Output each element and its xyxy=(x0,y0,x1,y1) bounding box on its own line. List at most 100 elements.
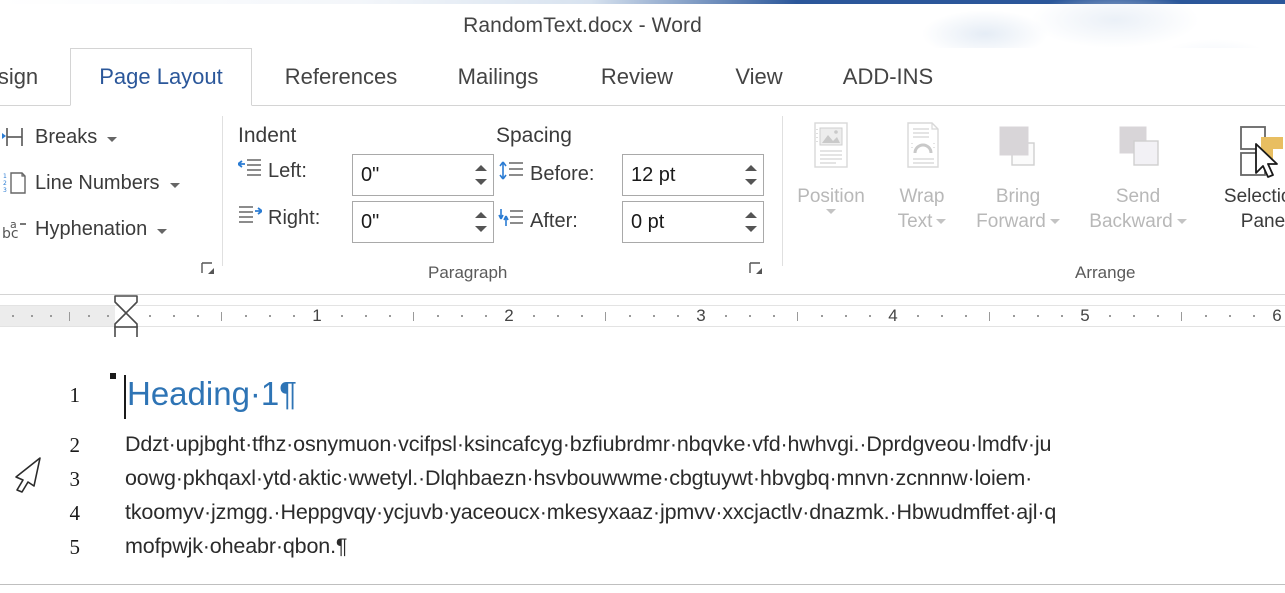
indent-left-spin-buttons[interactable] xyxy=(471,155,493,195)
text-cursor-caret xyxy=(124,375,126,419)
ruler-tick xyxy=(917,315,919,317)
tab-mailings[interactable]: Mailings xyxy=(438,48,558,106)
spacing-before-decrement-icon[interactable] xyxy=(744,179,757,185)
spacing-before-increment-icon[interactable] xyxy=(744,165,757,171)
position-chevron-down-icon xyxy=(825,209,836,214)
ruler-tick xyxy=(107,315,109,317)
ruler-tick xyxy=(12,315,14,317)
ruler-track xyxy=(0,305,1285,327)
ruler-tick xyxy=(69,312,70,321)
selection-pane-button[interactable]: Selection Pane xyxy=(1208,118,1285,234)
ruler-tick xyxy=(293,315,295,317)
spacing-before-stepper[interactable]: 12 pt xyxy=(622,154,764,196)
tab-add-ins[interactable]: ADD-INS xyxy=(824,48,952,106)
selection-pane-icon xyxy=(1231,118,1285,182)
page-setup-dialog-launcher[interactable] xyxy=(200,261,216,277)
horizontal-ruler[interactable]: 1 2 3 4 5 6 xyxy=(0,295,1285,339)
indent-left-text: Left: xyxy=(268,159,307,182)
spacing-after-spin-buttons[interactable] xyxy=(741,202,763,242)
tab-references-label: References xyxy=(284,64,398,89)
ruler-tick xyxy=(1061,315,1063,317)
indent-left-icon xyxy=(237,158,262,184)
ribbon-tab-bar: sign Page Layout References Mailings Rev… xyxy=(0,48,1285,106)
spacing-after-icon xyxy=(498,207,524,235)
indent-left-stepper[interactable]: 0" xyxy=(352,154,494,196)
indent-right-increment-icon[interactable] xyxy=(474,212,487,218)
bring-forward-label: Bring Forward xyxy=(976,184,1060,234)
spacing-before-text: Before: xyxy=(530,162,595,185)
breaks-button[interactable]: Breaks xyxy=(2,124,118,150)
bring-forward-label-line2: Forward xyxy=(976,211,1046,232)
document-heading-text: Heading·1 xyxy=(127,375,280,412)
wrap-text-button[interactable]: Wrap Text xyxy=(874,118,970,234)
tab-review-label: Review xyxy=(600,64,674,89)
ruler-tick xyxy=(88,315,90,317)
line-numbers-button[interactable]: 1 2 3 Line Numbers xyxy=(2,170,180,196)
tab-view[interactable]: View xyxy=(718,48,800,106)
tab-view-label: View xyxy=(735,64,783,89)
send-backward-button[interactable]: Send Backward xyxy=(1089,118,1187,234)
tab-design-label: sign xyxy=(0,64,39,89)
spacing-after-decrement-icon[interactable] xyxy=(744,226,757,232)
ruler-tick xyxy=(413,312,414,321)
tab-mailings-label: Mailings xyxy=(457,64,539,89)
tab-design[interactable]: sign xyxy=(0,48,58,106)
ruler-tick xyxy=(965,315,967,317)
paragraph-end-pilcrow-mark: ¶ xyxy=(335,534,348,558)
ruler-tick xyxy=(725,315,727,317)
send-backward-chevron-down-icon xyxy=(1176,219,1187,224)
ruler-tick xyxy=(749,315,751,317)
spacing-before-value: 12 pt xyxy=(631,163,676,186)
spacing-after-label-group: After: xyxy=(498,207,578,235)
indent-left-value: 0" xyxy=(361,163,380,186)
ruler-number: 6 xyxy=(1272,306,1282,325)
wrap-text-label-line2: Text xyxy=(897,211,933,232)
breaks-chevron-down-icon xyxy=(107,136,118,142)
ruler-tick xyxy=(557,315,559,317)
tab-page-layout-label: Page Layout xyxy=(99,64,223,89)
wrap-text-label-line1: Wrap xyxy=(899,186,945,207)
wrap-text-label-row2: Text xyxy=(898,209,947,234)
ruler-tick xyxy=(629,315,631,317)
paragraph-dialog-launcher[interactable] xyxy=(748,261,764,277)
line-number: 3 xyxy=(69,467,81,491)
document-body-line[interactable]: Ddzt·upjbght·tfhz·osnymuon·vcifpsl·ksinc… xyxy=(125,432,1051,457)
tab-page-layout[interactable]: Page Layout xyxy=(70,48,252,106)
document-heading[interactable]: Heading·1¶ xyxy=(127,375,297,413)
wrap-text-icon xyxy=(894,118,950,182)
ruler-tick xyxy=(341,315,343,317)
send-backward-label-line2: Backward xyxy=(1089,211,1173,232)
document-title: RandomText.docx - Word xyxy=(463,14,702,37)
bring-forward-icon xyxy=(988,118,1048,182)
spacing-before-spin-buttons[interactable] xyxy=(741,155,763,195)
document-body-line[interactable]: tkoomyv·jzmgg.·Heppgvqy·ycjuvb·yaceoucx·… xyxy=(125,500,1056,525)
document-canvas[interactable]: 1 2 3 4 5 Heading·1¶ Ddzt·upjbght·tfhz·o… xyxy=(0,337,1285,593)
ruler-tick xyxy=(50,315,52,317)
indent-left-row: Left: xyxy=(237,158,307,184)
ruler-tick xyxy=(653,315,655,317)
ruler-tick xyxy=(245,315,247,317)
indent-right-spin-buttons[interactable] xyxy=(471,202,493,242)
spacing-after-stepper[interactable]: 0 pt xyxy=(622,201,764,243)
indent-right-decrement-icon[interactable] xyxy=(474,226,487,232)
spacing-after-increment-icon[interactable] xyxy=(744,212,757,218)
tab-references[interactable]: References xyxy=(268,48,414,106)
line-numbers-label: Line Numbers xyxy=(35,171,160,194)
bring-forward-button[interactable]: Bring Forward xyxy=(970,118,1066,234)
send-backward-icon xyxy=(1108,118,1168,182)
document-body-line[interactable]: oowg·pkhqaxl·ytd·aktic·wwetyl.·Dlqhbaezn… xyxy=(125,466,1032,491)
send-backward-label: Send Backward xyxy=(1089,184,1187,234)
ruler-number: 5 xyxy=(1080,306,1090,325)
document-body-line-last[interactable]: mofpwjk·oheabr·qbon.¶ xyxy=(125,534,347,559)
breaks-icon xyxy=(2,124,28,150)
indent-right-stepper[interactable]: 0" xyxy=(352,201,494,243)
spacing-after-value: 0 pt xyxy=(631,210,665,233)
position-icon xyxy=(803,118,859,182)
position-button[interactable]: Position xyxy=(783,118,879,214)
indent-left-decrement-icon[interactable] xyxy=(474,179,487,185)
hyphenation-button[interactable]: bc a Hyphenation xyxy=(2,216,168,242)
indent-left-increment-icon[interactable] xyxy=(474,165,487,171)
group-separator-page-setup xyxy=(222,116,223,266)
ruler-tick xyxy=(845,315,847,317)
tab-review[interactable]: Review xyxy=(582,48,692,106)
